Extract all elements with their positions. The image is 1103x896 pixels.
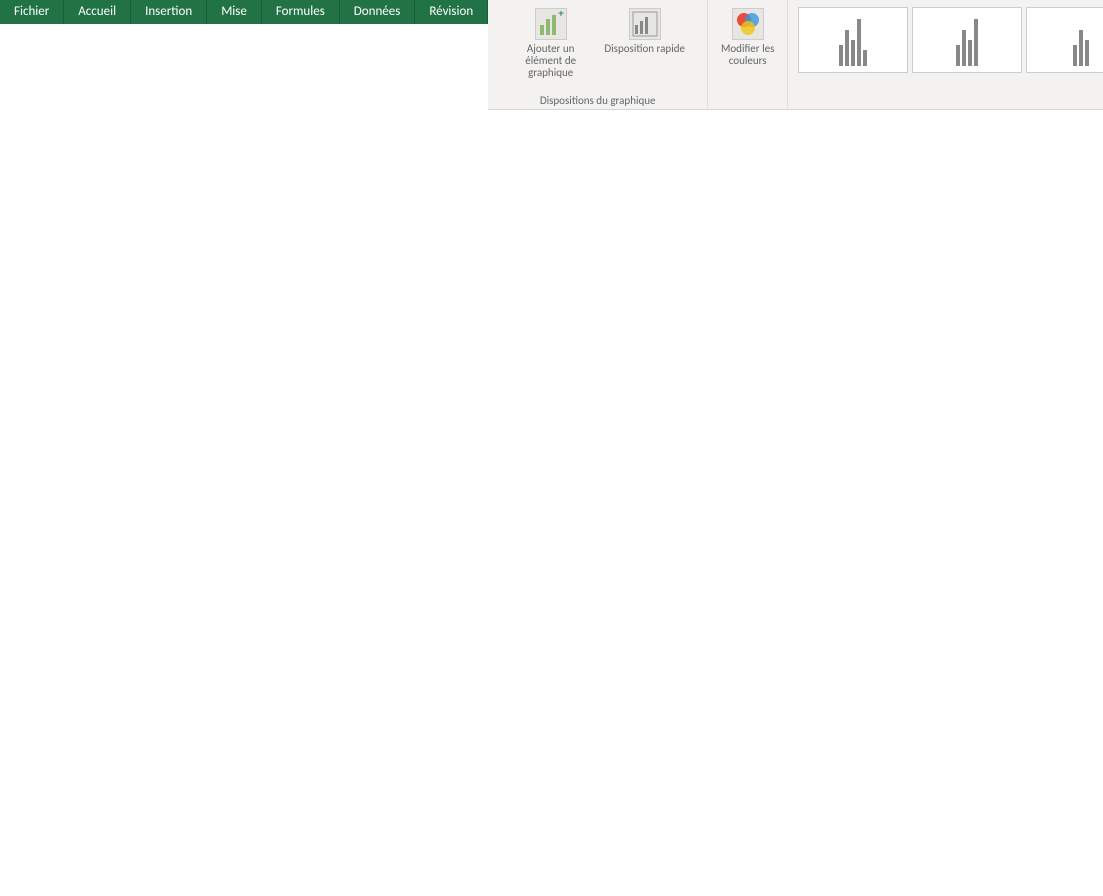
change-colors-label: Modifier les couleurs	[706, 43, 790, 67]
tab-insertion[interactable]: Insertion	[131, 0, 207, 24]
tab-donnees[interactable]: Données	[340, 0, 416, 24]
ribbon-body: + Ajouter un élément de graphique Dispos…	[488, 0, 1103, 110]
add-chart-element-label: Ajouter un élément de graphique	[509, 43, 593, 79]
change-colors-button[interactable]: Modifier les couleurs	[704, 4, 792, 71]
chart-style-2[interactable]	[912, 7, 1022, 73]
quick-layout-label: Disposition rapide	[604, 43, 685, 55]
tab-mise-en-page[interactable]: Mise en page	[207, 0, 262, 24]
chart-style-1[interactable]	[798, 7, 908, 73]
tab-revision[interactable]: Révision	[415, 0, 488, 24]
tab-accueil[interactable]: Accueil	[64, 0, 131, 24]
group-layouts-label: Dispositions du graphique	[540, 92, 656, 107]
add-chart-element-icon: +	[535, 8, 567, 40]
tab-fichier[interactable]: Fichier	[0, 0, 64, 24]
svg-text:+: +	[558, 11, 564, 21]
tab-formules[interactable]: Formules	[262, 0, 340, 24]
quick-layout-icon	[629, 8, 661, 40]
chart-style-3[interactable]	[1026, 7, 1103, 73]
chart-styles-gallery[interactable]	[796, 4, 1103, 73]
quick-layout-button[interactable]: Disposition rapide	[601, 4, 689, 83]
add-chart-element-button[interactable]: + Ajouter un élément de graphique	[507, 4, 595, 83]
ribbon-tabs: Fichier Accueil Insertion Mise en page F…	[0, 0, 1103, 24]
change-colors-icon	[732, 8, 764, 40]
